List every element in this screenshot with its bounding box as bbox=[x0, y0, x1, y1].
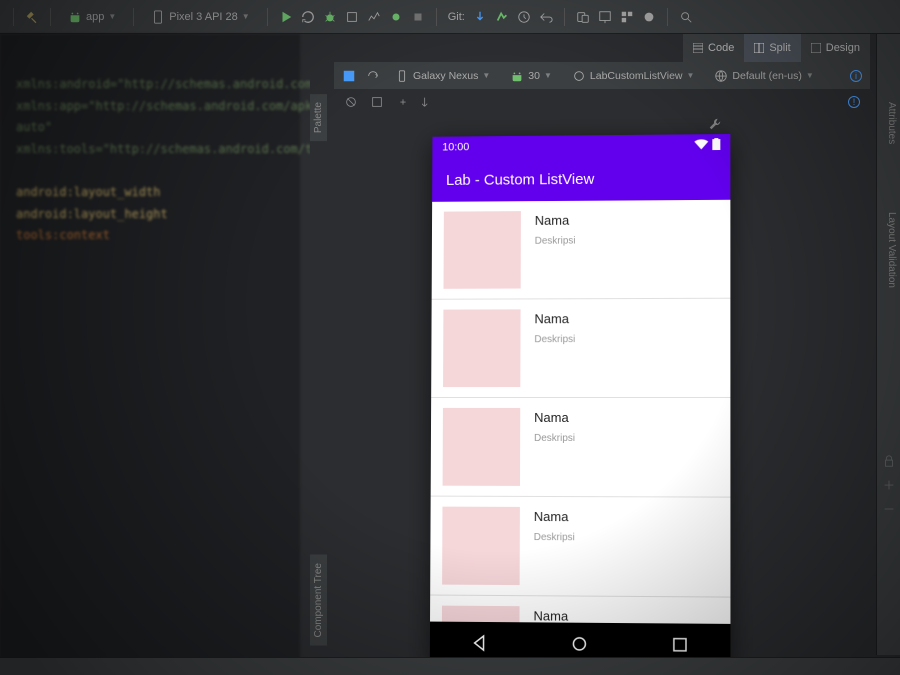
palette-tab[interactable]: Palette bbox=[310, 94, 327, 141]
design-mini-toolbar: ! bbox=[334, 90, 870, 114]
view-tab-split[interactable]: Split bbox=[744, 34, 800, 62]
app-bar: Lab - Custom ListView bbox=[432, 156, 730, 202]
nav-recents-icon[interactable] bbox=[670, 635, 690, 655]
code-line: android:layout_height bbox=[16, 204, 284, 226]
device-selector[interactable]: Galaxy Nexus▼ bbox=[390, 67, 495, 85]
list-item-thumbnail bbox=[443, 309, 521, 387]
stop-icon[interactable] bbox=[411, 10, 425, 24]
ide-right-toolstrip: Attributes Layout Validation bbox=[876, 34, 900, 655]
design-surface-icon[interactable] bbox=[342, 69, 356, 83]
list-item-name: Nama bbox=[534, 311, 575, 326]
resource-manager-icon[interactable] bbox=[620, 10, 634, 24]
list-item[interactable]: Nama Deskripsi bbox=[430, 497, 730, 598]
layout-design-surface: Code Split Design Galaxy Nexus▼ 30▼ LabC… bbox=[310, 34, 870, 675]
status-bar: 10:00 bbox=[432, 134, 730, 158]
sdk-manager-icon[interactable] bbox=[598, 10, 612, 24]
avd-manager-icon[interactable] bbox=[576, 10, 590, 24]
list-item-description: Deskripsi bbox=[534, 433, 575, 444]
globe-icon bbox=[714, 69, 728, 83]
status-time: 10:00 bbox=[442, 141, 469, 153]
disable-autoconnect-icon[interactable] bbox=[344, 95, 358, 109]
nav-back-icon[interactable] bbox=[470, 633, 490, 653]
coverage-icon[interactable] bbox=[345, 10, 359, 24]
battery-icon bbox=[712, 138, 720, 153]
apply-changes-icon[interactable] bbox=[301, 10, 315, 24]
code-line: android:layout_width bbox=[16, 182, 284, 204]
list-item-thumbnail bbox=[443, 408, 521, 486]
orientation-icon[interactable] bbox=[366, 69, 380, 83]
list-item[interactable]: Nama Deskripsi bbox=[431, 299, 730, 398]
android-icon bbox=[68, 10, 82, 24]
list-item-name: Nama bbox=[534, 410, 575, 425]
list-item-description: Deskripsi bbox=[534, 334, 575, 345]
vcs-commit-icon[interactable] bbox=[495, 10, 509, 24]
code-line: tools:context bbox=[16, 225, 284, 247]
view-mode-tab-group: Code Split Design bbox=[683, 34, 870, 62]
app-title: Lab - Custom ListView bbox=[446, 170, 594, 188]
list-item-name: Nama bbox=[534, 509, 575, 524]
build-hammer-icon[interactable] bbox=[25, 10, 39, 24]
run-icon[interactable] bbox=[279, 10, 293, 24]
ide-bottom-bar bbox=[0, 657, 900, 675]
list-item[interactable]: Nama Deskripsi bbox=[432, 200, 731, 300]
ide-top-toolbar: app ▼ Pixel 3 API 28 ▼ Git: bbox=[0, 0, 900, 34]
view-tab-code[interactable]: Code bbox=[683, 34, 744, 62]
git-label: Git: bbox=[448, 11, 465, 23]
lock-icon[interactable] bbox=[882, 454, 896, 468]
module-selector[interactable]: app ▼ bbox=[62, 8, 122, 26]
design-config-bar: Galaxy Nexus▼ 30▼ LabCustomListView▼ Def… bbox=[334, 62, 870, 90]
view-tab-design[interactable]: Design bbox=[801, 34, 870, 62]
list-item-description: Deskripsi bbox=[535, 236, 576, 247]
profiler-icon[interactable] bbox=[367, 10, 381, 24]
warnings-icon[interactable]: i bbox=[850, 70, 862, 82]
nav-home-icon[interactable] bbox=[569, 634, 589, 654]
default-margins-icon[interactable] bbox=[370, 95, 384, 109]
module-name: app bbox=[86, 11, 104, 23]
android-icon bbox=[510, 69, 524, 83]
layout-validation-tab[interactable]: Layout Validation bbox=[883, 204, 900, 296]
code-line: xmlns:app="http://schemas.android.com/ap… bbox=[16, 96, 284, 139]
vcs-rollback-icon[interactable] bbox=[539, 10, 553, 24]
phone-icon bbox=[151, 10, 165, 24]
wrench-icon[interactable] bbox=[708, 117, 722, 131]
list-item-thumbnail bbox=[444, 211, 521, 289]
elephant-icon[interactable] bbox=[642, 10, 656, 24]
avd-selector[interactable]: Pixel 3 API 28 ▼ bbox=[145, 8, 255, 26]
locale-selector[interactable]: Default (en-us)▼ bbox=[709, 67, 818, 85]
list-item-thumbnail bbox=[442, 507, 520, 585]
device-preview-frame: 10:00 Lab - Custom ListView Nama Deskrips… bbox=[430, 134, 731, 666]
code-line: xmlns:tools="http://schemas.android.com/… bbox=[16, 139, 284, 161]
zoom-minus-icon[interactable] bbox=[882, 502, 896, 516]
list-item-name: Nama bbox=[533, 608, 574, 623]
issues-icon[interactable]: ! bbox=[848, 96, 860, 108]
attributes-tab[interactable]: Attributes bbox=[883, 94, 900, 152]
list-item-description: Deskripsi bbox=[534, 532, 575, 543]
api-selector[interactable]: 30▼ bbox=[505, 67, 557, 85]
search-icon[interactable] bbox=[679, 10, 693, 24]
list-item[interactable]: Nama Deskripsi bbox=[431, 398, 731, 498]
code-line: xmlns:android="http://schemas.android.co… bbox=[16, 74, 284, 96]
debug-icon[interactable] bbox=[323, 10, 337, 24]
wifi-icon bbox=[694, 138, 708, 153]
avd-name: Pixel 3 API 28 bbox=[169, 11, 238, 23]
attach-debugger-icon[interactable] bbox=[389, 10, 403, 24]
clear-constraints-icon[interactable] bbox=[396, 95, 410, 109]
listview[interactable]: Nama Deskripsi Nama Deskripsi Nama Deskripsi N… bbox=[430, 200, 730, 624]
phone-icon bbox=[395, 69, 409, 83]
guideline-icon[interactable] bbox=[422, 95, 436, 109]
component-tree-tab[interactable]: Component Tree bbox=[310, 555, 327, 646]
theme-icon bbox=[572, 69, 586, 83]
code-editor[interactable]: xmlns:android="http://schemas.android.co… bbox=[0, 34, 300, 675]
list-item[interactable]: NamaDeskripsi bbox=[430, 596, 730, 624]
list-item-name: Nama bbox=[535, 213, 576, 228]
zoom-plus-icon[interactable] bbox=[882, 478, 896, 492]
vcs-update-icon[interactable] bbox=[473, 10, 487, 24]
theme-activity-selector[interactable]: LabCustomListView▼ bbox=[567, 67, 700, 85]
vcs-history-icon[interactable] bbox=[517, 10, 531, 24]
